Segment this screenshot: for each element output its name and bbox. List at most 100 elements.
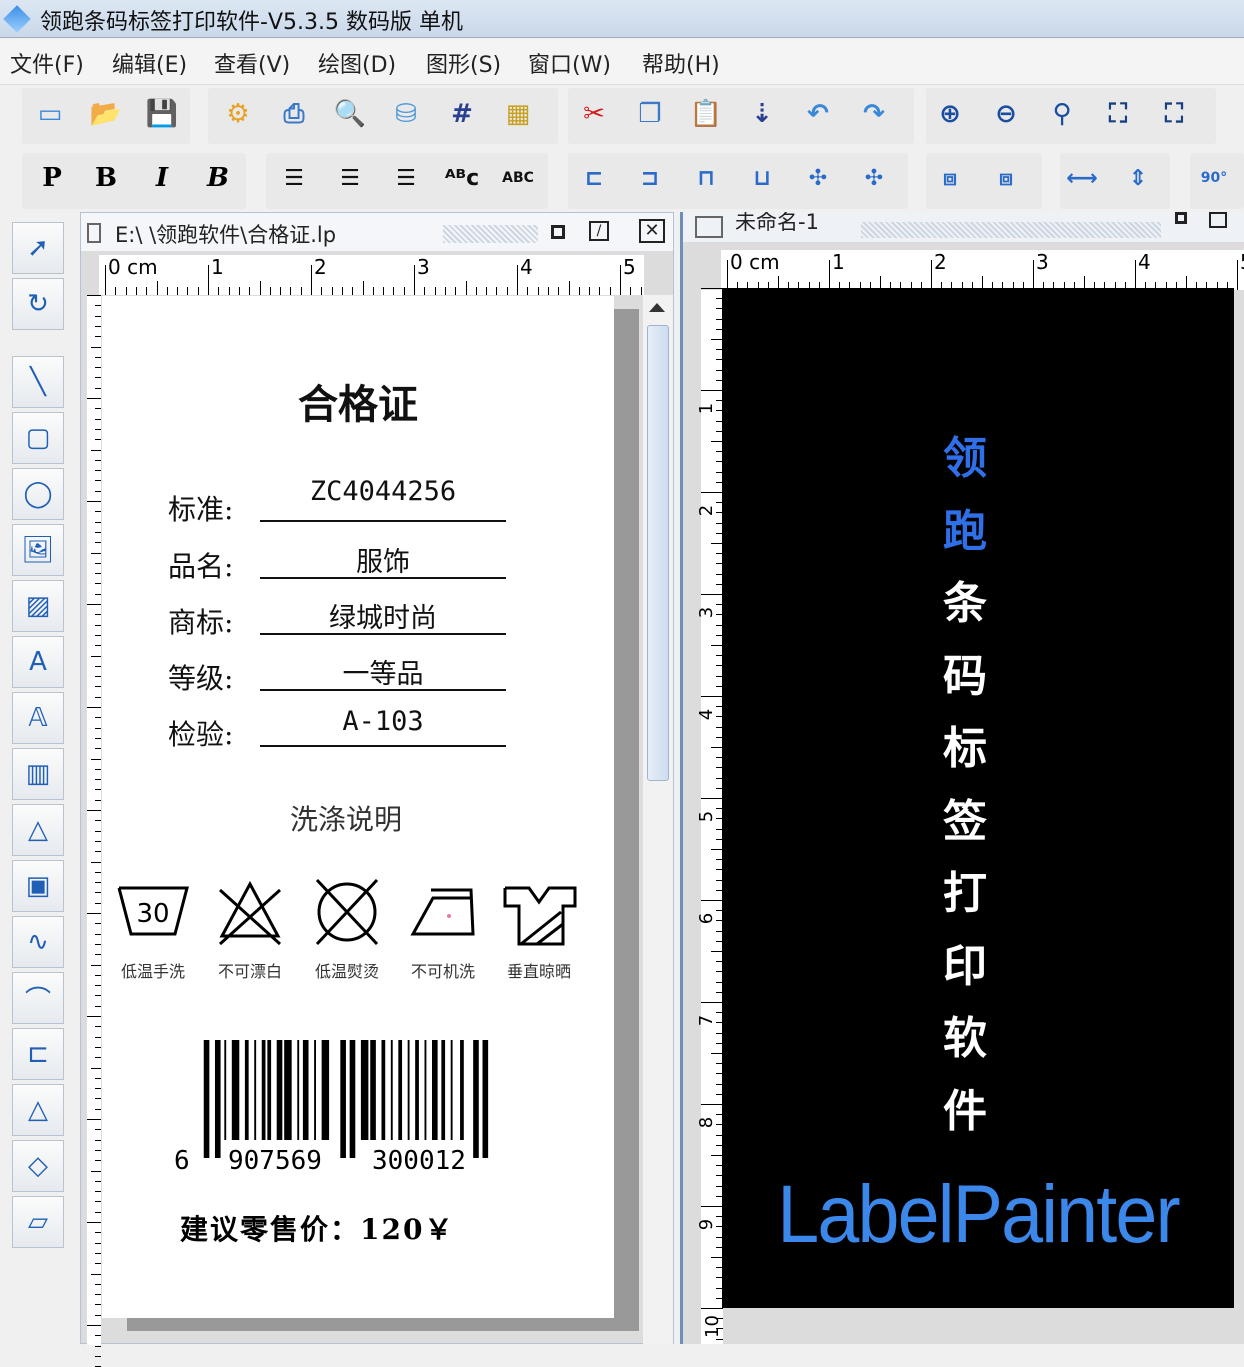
open-icon[interactable]: 📂	[86, 94, 126, 134]
space-vertical-icon[interactable]: ⇕	[1118, 158, 1158, 198]
banner-char[interactable]: 条	[925, 567, 1005, 631]
care-symbol[interactable]: 垂直晾晒	[494, 878, 584, 982]
triangle-icon[interactable]: △	[12, 1084, 64, 1136]
care-symbol[interactable]: 30低温手洗	[108, 878, 198, 982]
settings-icon[interactable]: ⚙	[218, 94, 258, 134]
redo-icon[interactable]: ↷	[854, 94, 894, 134]
field-label[interactable]: 等级:	[168, 657, 233, 697]
banner-char[interactable]: 软	[925, 1002, 1005, 1066]
print-icon[interactable]: ⎙	[274, 94, 314, 134]
zoom-out-icon[interactable]: ⊖	[986, 94, 1026, 134]
plain-button[interactable]: P	[32, 158, 72, 198]
rotate-90-icon[interactable]: 90°	[1194, 158, 1234, 198]
arc-icon[interactable]: ⌒	[12, 972, 64, 1024]
care-symbol[interactable]: 不可漂白	[205, 878, 295, 982]
menu-item-6[interactable]: 帮助(H)	[642, 47, 720, 79]
rotate-icon[interactable]: ↻	[12, 278, 64, 330]
abc-text-icon[interactable]: ABC	[498, 158, 538, 198]
curve-icon[interactable]: ∿	[12, 916, 64, 968]
restore-button[interactable]	[1209, 212, 1227, 228]
picture-icon[interactable]: ▨	[12, 580, 64, 632]
banner-char[interactable]: 跑	[925, 495, 1005, 559]
align-objects-top-icon[interactable]: ⊓	[686, 158, 726, 198]
zoom-in-icon[interactable]: ⊕	[930, 94, 970, 134]
banner-char[interactable]: 件	[925, 1075, 1005, 1139]
center-vertical-icon[interactable]: ✣	[798, 158, 838, 198]
align-objects-bottom-icon[interactable]: ⊔	[742, 158, 782, 198]
menu-item-2[interactable]: 查看(V)	[214, 47, 290, 79]
undo-icon[interactable]: ↶	[798, 94, 838, 134]
label-title[interactable]: 合格证	[0, 372, 716, 430]
field-label[interactable]: 品名:	[168, 545, 233, 585]
banner-char[interactable]: 签	[925, 785, 1005, 849]
vertical-scrollbar[interactable]	[643, 295, 673, 1345]
print-preview-icon[interactable]: 🔍	[330, 94, 370, 134]
text-icon[interactable]: A	[12, 636, 64, 688]
menu-item-5[interactable]: 窗口(W)	[528, 47, 611, 79]
diamond-icon[interactable]: ◇	[12, 1140, 64, 1192]
horizontal-ruler[interactable]: 0 cm12345	[721, 250, 1244, 290]
zoom-icon[interactable]: ⚲	[1042, 94, 1082, 134]
align-right-icon[interactable]: ☰	[386, 158, 426, 198]
field-label[interactable]: 标准:	[168, 488, 233, 528]
care-symbol[interactable]: 低温熨烫	[302, 878, 392, 982]
banner-char[interactable]: 打	[925, 857, 1005, 921]
cut-icon[interactable]: ✂	[574, 94, 614, 134]
save-icon[interactable]: 💾	[142, 94, 182, 134]
image-icon[interactable]: 🖼	[12, 524, 64, 576]
field-value[interactable]: ZC4044256	[260, 476, 506, 507]
menu-item-4[interactable]: 图形(S)	[426, 47, 501, 79]
banner-char[interactable]: 标	[925, 712, 1005, 776]
field-value[interactable]: A-103	[260, 706, 506, 737]
arc-text-icon[interactable]: ᴬᴮc	[442, 158, 482, 198]
pointer-icon[interactable]: ➚	[12, 222, 64, 274]
field-value[interactable]: 一等品	[260, 652, 506, 691]
align-left-icon[interactable]: ☰	[274, 158, 314, 198]
parallelogram-icon[interactable]: ▱	[12, 1196, 64, 1248]
menu-item-1[interactable]: 编辑(E)	[112, 47, 187, 79]
center-horizontal-icon[interactable]: ✣	[854, 158, 894, 198]
align-center-icon[interactable]: ☰	[330, 158, 370, 198]
qrcode-icon[interactable]: ▣	[12, 860, 64, 912]
align-objects-left-icon[interactable]: ⊏	[574, 158, 614, 198]
menu-item-3[interactable]: 绘图(D)	[318, 47, 396, 79]
field-label[interactable]: 检验:	[168, 713, 233, 753]
field-label[interactable]: 商标:	[168, 601, 233, 641]
field-value[interactable]: 绿城时尚	[260, 596, 506, 635]
banner-char[interactable]: 印	[925, 930, 1005, 994]
scroll-up-arrow-icon[interactable]	[649, 303, 665, 312]
fit-page-icon[interactable]: ⛶	[1098, 94, 1138, 134]
new-icon[interactable]: ▭	[30, 94, 70, 134]
center-h-page-icon[interactable]: ⧈	[930, 158, 970, 198]
care-heading[interactable]: 洗涤说明	[290, 798, 402, 838]
center-v-page-icon[interactable]: ⧈	[986, 158, 1026, 198]
outline-text-icon[interactable]: 𝔸	[12, 692, 64, 744]
vertical-ruler[interactable]	[87, 295, 101, 1345]
shape-icon[interactable]: △	[12, 804, 64, 856]
barcode-icon[interactable]: ▥	[12, 748, 64, 800]
care-symbol[interactable]: 不可机洗	[398, 878, 488, 982]
copy-icon[interactable]: ❐	[630, 94, 670, 134]
ellipse-icon[interactable]: ◯	[12, 468, 64, 520]
paste-icon[interactable]: 📋	[686, 94, 726, 134]
arrange-icon[interactable]: ⇣	[742, 94, 782, 134]
fit-width-icon[interactable]: ⛶	[1154, 94, 1194, 134]
grid-icon[interactable]: #	[442, 94, 482, 134]
brand-text[interactable]: LabelPainter	[742, 1168, 1213, 1262]
horizontal-ruler[interactable]: 0 cm12345	[99, 255, 644, 295]
polygon-icon[interactable]: ⊏	[12, 1028, 64, 1080]
minimize-button[interactable]	[551, 225, 565, 239]
bold-button[interactable]: B	[86, 158, 126, 198]
banner-char[interactable]: 码	[925, 640, 1005, 704]
space-horizontal-icon[interactable]: ⟷	[1062, 158, 1102, 198]
restore-button[interactable]: /	[589, 221, 609, 241]
calculator-icon[interactable]: ▦	[498, 94, 538, 134]
close-button[interactable]: ✕	[639, 219, 665, 243]
vertical-ruler[interactable]: 12345678910	[701, 290, 723, 1344]
barcode[interactable]	[200, 1040, 500, 1160]
menu-item-0[interactable]: 文件(F)	[10, 47, 84, 79]
italic-button[interactable]: I	[142, 158, 182, 198]
align-objects-right-icon[interactable]: ⊐	[630, 158, 670, 198]
retail-price[interactable]: 建议零售价：120￥	[180, 1208, 454, 1248]
database-icon[interactable]: ⛁	[386, 94, 426, 134]
